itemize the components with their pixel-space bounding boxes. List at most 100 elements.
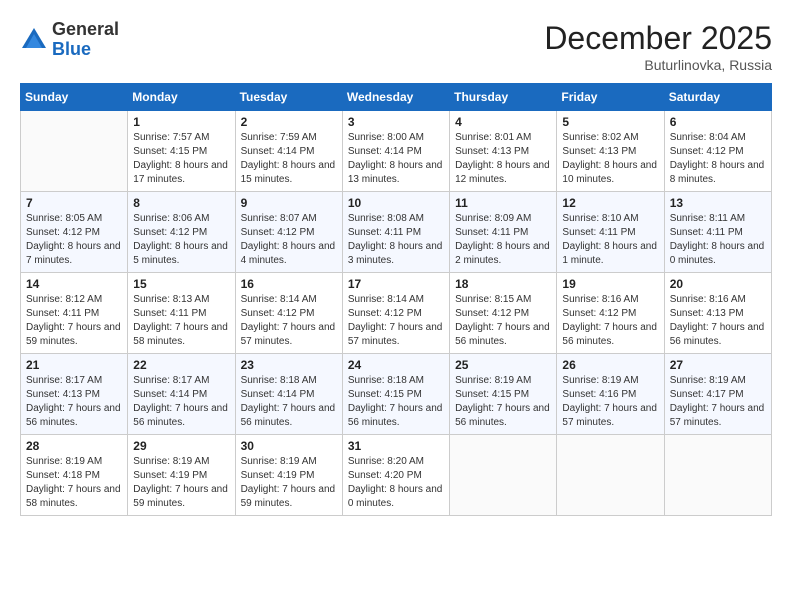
calendar-cell: 13 Sunrise: 8:11 AMSunset: 4:11 PMDaylig… xyxy=(664,192,771,273)
day-number: 4 xyxy=(455,115,551,129)
calendar-cell: 30 Sunrise: 8:19 AMSunset: 4:19 PMDaylig… xyxy=(235,435,342,516)
location: Buturlinovka, Russia xyxy=(544,57,772,73)
calendar-cell: 6 Sunrise: 8:04 AMSunset: 4:12 PMDayligh… xyxy=(664,111,771,192)
day-detail: Sunrise: 8:19 AMSunset: 4:19 PMDaylight:… xyxy=(241,456,336,509)
day-number: 24 xyxy=(348,358,444,372)
day-detail: Sunrise: 8:02 AMSunset: 4:13 PMDaylight:… xyxy=(562,132,657,185)
calendar-week-row: 14 Sunrise: 8:12 AMSunset: 4:11 PMDaylig… xyxy=(21,273,772,354)
page-header: General Blue December 2025 Buturlinovka,… xyxy=(20,20,772,73)
calendar: SundayMondayTuesdayWednesdayThursdayFrid… xyxy=(20,83,772,516)
day-number: 1 xyxy=(133,115,229,129)
day-number: 13 xyxy=(670,196,766,210)
day-detail: Sunrise: 8:07 AMSunset: 4:12 PMDaylight:… xyxy=(241,213,336,266)
day-detail: Sunrise: 8:19 AMSunset: 4:19 PMDaylight:… xyxy=(133,456,228,509)
day-detail: Sunrise: 8:19 AMSunset: 4:18 PMDaylight:… xyxy=(26,456,121,509)
day-detail: Sunrise: 8:13 AMSunset: 4:11 PMDaylight:… xyxy=(133,294,228,347)
day-detail: Sunrise: 8:19 AMSunset: 4:15 PMDaylight:… xyxy=(455,375,550,428)
calendar-cell: 21 Sunrise: 8:17 AMSunset: 4:13 PMDaylig… xyxy=(21,354,128,435)
calendar-cell xyxy=(664,435,771,516)
day-number: 25 xyxy=(455,358,551,372)
weekday-header: Friday xyxy=(557,84,664,111)
calendar-week-row: 21 Sunrise: 8:17 AMSunset: 4:13 PMDaylig… xyxy=(21,354,772,435)
weekday-header: Thursday xyxy=(450,84,557,111)
calendar-cell: 17 Sunrise: 8:14 AMSunset: 4:12 PMDaylig… xyxy=(342,273,449,354)
calendar-cell: 20 Sunrise: 8:16 AMSunset: 4:13 PMDaylig… xyxy=(664,273,771,354)
day-detail: Sunrise: 8:06 AMSunset: 4:12 PMDaylight:… xyxy=(133,213,228,266)
calendar-cell: 19 Sunrise: 8:16 AMSunset: 4:12 PMDaylig… xyxy=(557,273,664,354)
calendar-cell: 7 Sunrise: 8:05 AMSunset: 4:12 PMDayligh… xyxy=(21,192,128,273)
calendar-cell: 18 Sunrise: 8:15 AMSunset: 4:12 PMDaylig… xyxy=(450,273,557,354)
day-number: 22 xyxy=(133,358,229,372)
calendar-cell: 12 Sunrise: 8:10 AMSunset: 4:11 PMDaylig… xyxy=(557,192,664,273)
day-number: 18 xyxy=(455,277,551,291)
day-detail: Sunrise: 8:10 AMSunset: 4:11 PMDaylight:… xyxy=(562,213,657,266)
day-detail: Sunrise: 8:19 AMSunset: 4:17 PMDaylight:… xyxy=(670,375,765,428)
day-detail: Sunrise: 8:16 AMSunset: 4:12 PMDaylight:… xyxy=(562,294,657,347)
logo-general: General xyxy=(52,20,119,40)
logo-blue: Blue xyxy=(52,40,119,60)
calendar-cell: 31 Sunrise: 8:20 AMSunset: 4:20 PMDaylig… xyxy=(342,435,449,516)
calendar-week-row: 7 Sunrise: 8:05 AMSunset: 4:12 PMDayligh… xyxy=(21,192,772,273)
calendar-cell: 24 Sunrise: 8:18 AMSunset: 4:15 PMDaylig… xyxy=(342,354,449,435)
day-detail: Sunrise: 7:57 AMSunset: 4:15 PMDaylight:… xyxy=(133,132,228,185)
day-detail: Sunrise: 8:17 AMSunset: 4:14 PMDaylight:… xyxy=(133,375,228,428)
weekday-header-row: SundayMondayTuesdayWednesdayThursdayFrid… xyxy=(21,84,772,111)
calendar-cell: 16 Sunrise: 8:14 AMSunset: 4:12 PMDaylig… xyxy=(235,273,342,354)
day-number: 16 xyxy=(241,277,337,291)
calendar-week-row: 28 Sunrise: 8:19 AMSunset: 4:18 PMDaylig… xyxy=(21,435,772,516)
calendar-cell: 22 Sunrise: 8:17 AMSunset: 4:14 PMDaylig… xyxy=(128,354,235,435)
day-detail: Sunrise: 8:18 AMSunset: 4:15 PMDaylight:… xyxy=(348,375,443,428)
day-detail: Sunrise: 8:18 AMSunset: 4:14 PMDaylight:… xyxy=(241,375,336,428)
day-number: 7 xyxy=(26,196,122,210)
day-number: 17 xyxy=(348,277,444,291)
calendar-week-row: 1 Sunrise: 7:57 AMSunset: 4:15 PMDayligh… xyxy=(21,111,772,192)
day-detail: Sunrise: 8:12 AMSunset: 4:11 PMDaylight:… xyxy=(26,294,121,347)
calendar-cell: 5 Sunrise: 8:02 AMSunset: 4:13 PMDayligh… xyxy=(557,111,664,192)
logo: General Blue xyxy=(20,20,119,60)
day-detail: Sunrise: 8:14 AMSunset: 4:12 PMDaylight:… xyxy=(348,294,443,347)
calendar-cell: 2 Sunrise: 7:59 AMSunset: 4:14 PMDayligh… xyxy=(235,111,342,192)
day-detail: Sunrise: 8:05 AMSunset: 4:12 PMDaylight:… xyxy=(26,213,121,266)
calendar-cell: 25 Sunrise: 8:19 AMSunset: 4:15 PMDaylig… xyxy=(450,354,557,435)
calendar-cell: 3 Sunrise: 8:00 AMSunset: 4:14 PMDayligh… xyxy=(342,111,449,192)
day-detail: Sunrise: 8:17 AMSunset: 4:13 PMDaylight:… xyxy=(26,375,121,428)
day-number: 14 xyxy=(26,277,122,291)
day-detail: Sunrise: 8:16 AMSunset: 4:13 PMDaylight:… xyxy=(670,294,765,347)
day-number: 10 xyxy=(348,196,444,210)
day-number: 31 xyxy=(348,439,444,453)
day-number: 15 xyxy=(133,277,229,291)
calendar-cell xyxy=(450,435,557,516)
logo-text: General Blue xyxy=(52,20,119,60)
calendar-cell: 23 Sunrise: 8:18 AMSunset: 4:14 PMDaylig… xyxy=(235,354,342,435)
day-number: 20 xyxy=(670,277,766,291)
weekday-header: Monday xyxy=(128,84,235,111)
calendar-cell: 10 Sunrise: 8:08 AMSunset: 4:11 PMDaylig… xyxy=(342,192,449,273)
weekday-header: Saturday xyxy=(664,84,771,111)
day-detail: Sunrise: 8:14 AMSunset: 4:12 PMDaylight:… xyxy=(241,294,336,347)
day-detail: Sunrise: 8:19 AMSunset: 4:16 PMDaylight:… xyxy=(562,375,657,428)
calendar-cell: 27 Sunrise: 8:19 AMSunset: 4:17 PMDaylig… xyxy=(664,354,771,435)
day-detail: Sunrise: 8:20 AMSunset: 4:20 PMDaylight:… xyxy=(348,456,443,509)
day-number: 6 xyxy=(670,115,766,129)
weekday-header: Wednesday xyxy=(342,84,449,111)
day-number: 2 xyxy=(241,115,337,129)
calendar-cell: 4 Sunrise: 8:01 AMSunset: 4:13 PMDayligh… xyxy=(450,111,557,192)
calendar-cell: 8 Sunrise: 8:06 AMSunset: 4:12 PMDayligh… xyxy=(128,192,235,273)
month-title: December 2025 xyxy=(544,20,772,57)
day-number: 27 xyxy=(670,358,766,372)
calendar-cell: 29 Sunrise: 8:19 AMSunset: 4:19 PMDaylig… xyxy=(128,435,235,516)
day-detail: Sunrise: 8:15 AMSunset: 4:12 PMDaylight:… xyxy=(455,294,550,347)
calendar-cell: 28 Sunrise: 8:19 AMSunset: 4:18 PMDaylig… xyxy=(21,435,128,516)
day-detail: Sunrise: 8:04 AMSunset: 4:12 PMDaylight:… xyxy=(670,132,765,185)
calendar-cell: 1 Sunrise: 7:57 AMSunset: 4:15 PMDayligh… xyxy=(128,111,235,192)
calendar-cell: 9 Sunrise: 8:07 AMSunset: 4:12 PMDayligh… xyxy=(235,192,342,273)
calendar-cell xyxy=(557,435,664,516)
weekday-header: Sunday xyxy=(21,84,128,111)
calendar-cell: 11 Sunrise: 8:09 AMSunset: 4:11 PMDaylig… xyxy=(450,192,557,273)
day-detail: Sunrise: 8:08 AMSunset: 4:11 PMDaylight:… xyxy=(348,213,443,266)
day-number: 11 xyxy=(455,196,551,210)
day-number: 19 xyxy=(562,277,658,291)
day-number: 12 xyxy=(562,196,658,210)
calendar-cell: 15 Sunrise: 8:13 AMSunset: 4:11 PMDaylig… xyxy=(128,273,235,354)
day-number: 21 xyxy=(26,358,122,372)
